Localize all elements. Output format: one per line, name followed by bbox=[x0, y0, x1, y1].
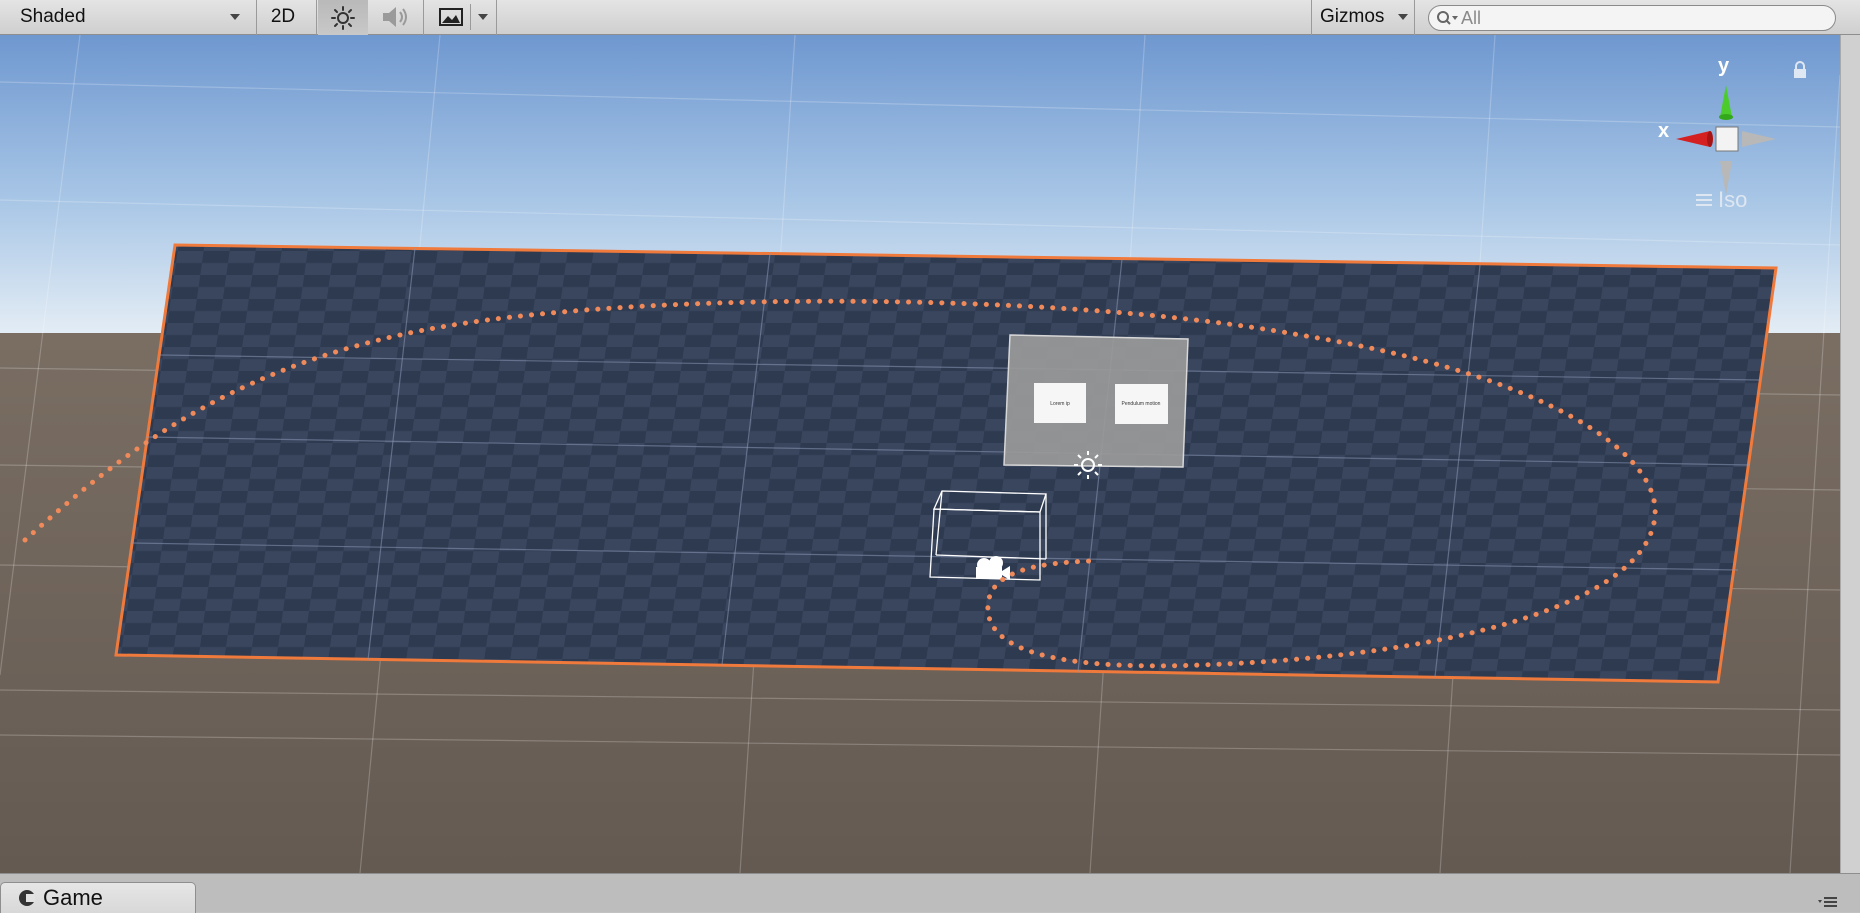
gizmos-dropdown[interactable]: Gizmos bbox=[1320, 2, 1412, 32]
gizmo-y-label: y bbox=[1718, 55, 1730, 77]
speaker-icon bbox=[383, 7, 407, 27]
vertical-scrollbar[interactable] bbox=[1840, 35, 1860, 873]
search-input[interactable]: All bbox=[1428, 5, 1836, 31]
projection-toggle[interactable]: Iso bbox=[1696, 187, 1747, 213]
search-icon bbox=[1437, 11, 1458, 25]
scene-view[interactable]: Lorem ip Pendulum motion y x Iso bbox=[0, 35, 1840, 873]
gizmo-center-cube[interactable] bbox=[1715, 126, 1739, 152]
draw-mode-label: Shaded bbox=[20, 6, 86, 27]
effects-dropdown[interactable] bbox=[430, 2, 494, 32]
panel-menu-icon[interactable] bbox=[1818, 894, 1838, 913]
toolbar-divider bbox=[496, 0, 497, 35]
gizmo-x-label: x bbox=[1658, 120, 1670, 142]
game-tab-icon bbox=[19, 890, 35, 906]
lighting-toggle-button[interactable] bbox=[318, 0, 368, 35]
scene-toolbar: Shaded 2D Gizmos All bbox=[0, 0, 1860, 35]
gizmos-label: Gizmos bbox=[1320, 6, 1385, 27]
audio-toggle-button[interactable] bbox=[370, 2, 420, 32]
image-icon bbox=[439, 8, 463, 26]
gizmo-neg-x-axis[interactable] bbox=[1742, 131, 1776, 147]
gizmo-y-axis[interactable] bbox=[1720, 85, 1732, 117]
toolbar-divider bbox=[423, 0, 424, 35]
projection-label: Iso bbox=[1718, 187, 1748, 212]
lock-icon[interactable] bbox=[1792, 61, 1808, 84]
2d-toggle-label: 2D bbox=[270, 6, 296, 27]
scene-render: Lorem ip Pendulum motion bbox=[0, 35, 1840, 873]
menu-lines-icon bbox=[1696, 194, 1712, 206]
toolbar-divider bbox=[316, 0, 317, 35]
draw-mode-dropdown[interactable]: Shaded bbox=[6, 2, 252, 32]
gizmo-x-axis[interactable] bbox=[1676, 131, 1710, 147]
toolbar-divider bbox=[1311, 0, 1312, 35]
toolbar-divider bbox=[256, 0, 257, 35]
chevron-down-icon bbox=[1398, 14, 1408, 20]
sun-icon bbox=[331, 5, 355, 30]
toolbar-divider bbox=[1414, 0, 1415, 35]
bottom-tab-bar: Game bbox=[0, 873, 1860, 913]
chevron-down-icon bbox=[478, 14, 488, 20]
canvas-button-2-text: Pendulum motion bbox=[1122, 401, 1161, 407]
chevron-down-icon bbox=[230, 14, 240, 20]
toolbar-divider bbox=[470, 4, 471, 30]
canvas-button-1-text: Lorem ip bbox=[1050, 401, 1070, 407]
2d-toggle-button[interactable]: 2D bbox=[262, 2, 304, 32]
tab-game-label: Game bbox=[43, 885, 103, 910]
tab-game[interactable]: Game bbox=[0, 882, 196, 913]
search-placeholder: All bbox=[1461, 7, 1482, 28]
